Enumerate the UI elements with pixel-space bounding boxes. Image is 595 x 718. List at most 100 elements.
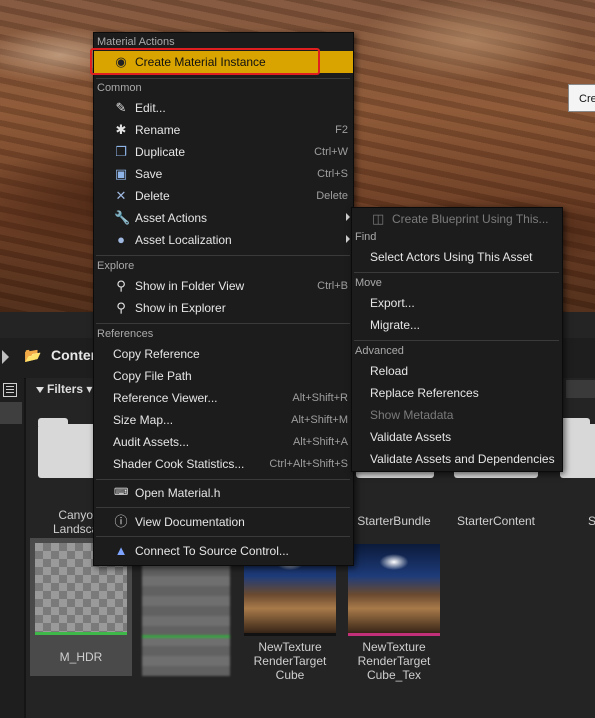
filters-label: Filters <box>47 382 84 396</box>
menu-item-duplicate[interactable]: ❐ Duplicate Ctrl+W <box>94 141 353 163</box>
source-control-icon: ▲ <box>114 543 128 558</box>
submenu-item-label: Export... <box>370 296 415 310</box>
menu-item-label: Audit Assets... <box>113 435 190 449</box>
menu-item-copy-reference[interactable]: Copy Reference <box>94 343 353 365</box>
rename-icon: ✱ <box>115 122 127 137</box>
delete-icon: ✕ <box>115 188 127 203</box>
section-header-advanced: Advanced <box>355 345 404 357</box>
menu-item-size-map[interactable]: Size Map... Alt+Shift+M <box>94 409 353 431</box>
submenu-item-show-metadata: Show Metadata <box>352 404 562 426</box>
menu-item-label: Show in Explorer <box>135 301 226 315</box>
menu-item-reference-viewer[interactable]: Reference Viewer... Alt+Shift+R <box>94 387 353 409</box>
annotation-highlight-box <box>90 48 320 75</box>
section-header-explore: Explore <box>97 260 135 272</box>
sources-panel <box>0 378 24 718</box>
sources-toggle-icon[interactable] <box>3 383 17 397</box>
menu-item-label: Size Map... <box>113 413 174 427</box>
section-header-material-actions: Material Actions <box>97 36 175 48</box>
asset-type-bar <box>35 632 127 635</box>
menu-item-shader-cook-statistics[interactable]: Shader Cook Statistics... Ctrl+Alt+Shift… <box>94 453 353 475</box>
shortcut-text: Delete <box>316 190 348 202</box>
submenu-item-validate-assets-dependencies[interactable]: Validate Assets and Dependencies <box>352 448 562 470</box>
menu-item-label: Rename <box>135 123 181 137</box>
shortcut-text: Alt+Shift+M <box>291 414 348 426</box>
menu-separator <box>354 272 559 273</box>
section-header-move: Move <box>355 277 382 289</box>
section-header-common: Common <box>97 82 142 94</box>
submenu-arrow-icon <box>346 213 350 221</box>
menu-item-asset-localization[interactable]: ● Asset Localization <box>94 229 353 251</box>
menu-item-label: Copy File Path <box>113 369 192 383</box>
submenu-item-validate-assets[interactable]: Validate Assets <box>352 426 562 448</box>
shortcut-text: Alt+Shift+R <box>292 392 348 404</box>
filters-button[interactable]: Filters ▾ <box>36 382 92 396</box>
asset-label: NewTexture RenderTarget Cube_Tex <box>357 640 431 682</box>
edit-icon: ✎ <box>115 100 127 115</box>
asset-label: NewTexture RenderTarget Cube <box>253 640 327 682</box>
source-code-icon: ⌨ <box>114 487 129 498</box>
submenu-item-label: Replace References <box>370 386 479 400</box>
submenu-item-label: Show Metadata <box>370 408 454 422</box>
globe-icon: ● <box>117 232 125 247</box>
duplicate-icon: ❐ <box>115 144 127 159</box>
menu-item-label: Connect To Source Control... <box>135 544 289 558</box>
submenu-item-reload[interactable]: Reload <box>352 360 562 382</box>
folder-label-startercontent: StarterContent <box>456 514 536 528</box>
magnifier-icon: ⚲ <box>116 278 126 293</box>
menu-item-delete[interactable]: ✕ Delete Delete <box>94 185 353 207</box>
section-header-find: Find <box>355 231 377 243</box>
nav-arrow-icon[interactable] <box>2 350 9 364</box>
shortcut-text: Ctrl+Alt+Shift+S <box>269 458 348 470</box>
menu-item-label: Asset Actions <box>135 211 208 225</box>
save-icon: ▣ <box>114 166 128 181</box>
shortcut-text: Ctrl+B <box>317 280 348 292</box>
asset-thumbnail-rendertarget-cube-tex[interactable] <box>348 544 440 636</box>
submenu-item-export[interactable]: Export... <box>352 292 562 314</box>
menu-item-label: Copy Reference <box>113 347 200 361</box>
submenu-item-label: Create Blueprint Using This... <box>392 212 549 226</box>
menu-item-label: Duplicate <box>135 145 186 159</box>
submenu-item-label: Validate Assets and Dependencies <box>370 452 555 466</box>
menu-item-show-in-explorer[interactable]: ⚲ Show in Explorer <box>94 297 353 319</box>
asset-type-bar <box>142 635 230 638</box>
submenu-item-migrate[interactable]: Migrate... <box>352 314 562 336</box>
filter-icon <box>36 387 44 393</box>
asset-type-bar <box>244 633 336 636</box>
magnifier-icon: ⚲ <box>116 300 126 315</box>
submenu-arrow-icon <box>346 235 350 243</box>
menu-item-edit[interactable]: ✎ Edit... <box>94 97 353 119</box>
menu-item-asset-actions[interactable]: 🔧 Asset Actions <box>94 207 353 229</box>
menu-item-rename[interactable]: ✱ Rename F2 <box>94 119 353 141</box>
submenu-item-select-actors[interactable]: Select Actors Using This Asset <box>352 246 562 268</box>
path-breadcrumb[interactable]: Conten <box>51 347 99 363</box>
menu-item-label: Reference Viewer... <box>113 391 218 405</box>
asset-label: M_HDR <box>59 650 103 664</box>
asset-actions-submenu: ◫ Create Blueprint Using This... Find Se… <box>351 207 563 472</box>
folder-label-s: S <box>587 514 595 528</box>
menu-item-label: View Documentation <box>135 515 245 529</box>
menu-separator <box>96 255 350 256</box>
menu-item-open-material-h[interactable]: ⌨ Open Material.h <box>94 482 353 504</box>
menu-item-label: Delete <box>135 189 170 203</box>
submenu-item-replace-references[interactable]: Replace References <box>352 382 562 404</box>
menu-separator <box>354 340 559 341</box>
viewport-create-button[interactable]: Cre <box>568 84 595 112</box>
menu-item-view-documentation[interactable]: ⓘ View Documentation <box>94 511 353 533</box>
search-input[interactable] <box>566 380 595 398</box>
menu-item-label: Shader Cook Statistics... <box>113 457 245 471</box>
asset-context-menu: Material Actions ◉ Create Material Insta… <box>93 32 354 566</box>
menu-separator <box>96 507 350 508</box>
menu-item-show-in-folder-view[interactable]: ⚲ Show in Folder View Ctrl+B <box>94 275 353 297</box>
section-header-references: References <box>97 328 154 340</box>
menu-item-save[interactable]: ▣ Save Ctrl+S <box>94 163 353 185</box>
shortcut-text: Ctrl+S <box>317 168 348 180</box>
menu-separator <box>96 323 350 324</box>
menu-item-connect-source-control[interactable]: ▲ Connect To Source Control... <box>94 540 353 562</box>
sources-selected-row[interactable] <box>0 402 22 424</box>
submenu-item-create-blueprint: ◫ Create Blueprint Using This... <box>352 208 562 230</box>
menu-item-copy-file-path[interactable]: Copy File Path <box>94 365 353 387</box>
submenu-item-label: Migrate... <box>370 318 421 332</box>
menu-item-audit-assets[interactable]: Audit Assets... Alt+Shift+A <box>94 431 353 453</box>
folder-tile-s[interactable] <box>560 418 595 478</box>
menu-separator <box>96 536 350 537</box>
